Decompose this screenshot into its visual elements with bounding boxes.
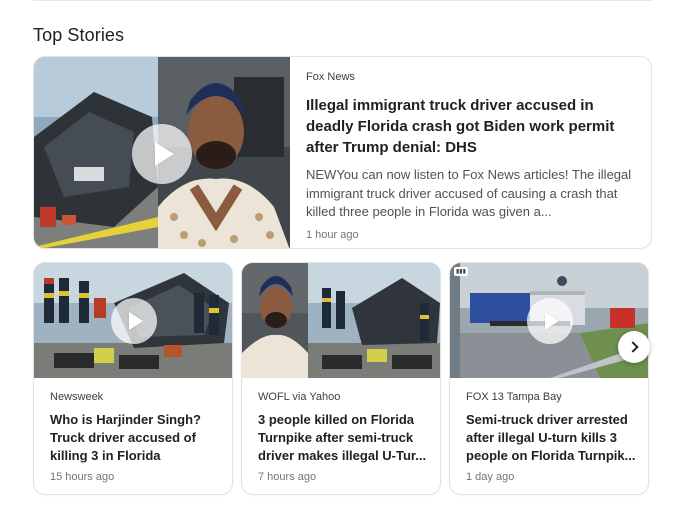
story-card-2[interactable]: WOFL via Yahoo 3 people killed on Florid… — [241, 262, 441, 495]
story-1-body: Newsweek Who is Harjinder Singh? Truck d… — [50, 391, 226, 483]
play-icon[interactable] — [527, 298, 573, 344]
story-2-source[interactable]: WOFL via Yahoo — [258, 391, 434, 403]
chevron-right-icon — [626, 341, 639, 353]
story-2-image — [242, 263, 440, 378]
section-title: Top Stories — [33, 25, 125, 45]
story-3-thumbnail[interactable]: ▮▮▮ — [450, 263, 648, 378]
main-story-time: 1 hour ago — [306, 228, 359, 241]
story-card-3[interactable]: ▮▮▮ FOX 13 Tampa Bay Semi-truck driver a… — [449, 262, 649, 495]
play-triangle — [545, 312, 559, 330]
story-1-headline[interactable]: Who is Harjinder Singh? Truck driver acc… — [50, 411, 226, 465]
play-icon[interactable] — [132, 124, 192, 184]
main-story-source[interactable]: Fox News — [306, 71, 638, 83]
main-story-thumbnail[interactable] — [34, 57, 290, 248]
story-1-source[interactable]: Newsweek — [50, 391, 226, 403]
carousel-next-button[interactable] — [618, 331, 650, 363]
story-1-time: 15 hours ago — [50, 471, 115, 483]
play-icon[interactable] — [111, 298, 157, 344]
main-story-snippet: NEWYou can now listen to Fox News articl… — [306, 167, 632, 219]
play-triangle — [154, 142, 174, 166]
story-2-headline[interactable]: 3 people killed on Florida Turnpike afte… — [258, 411, 434, 465]
story-2-body: WOFL via Yahoo 3 people killed on Florid… — [258, 391, 434, 483]
main-story-body: Fox News Illegal immigrant truck driver … — [306, 71, 638, 241]
story-1-thumbnail[interactable] — [34, 263, 232, 378]
story-2-thumbnail[interactable] — [242, 263, 440, 378]
play-triangle — [129, 312, 143, 330]
story-card-1[interactable]: Newsweek Who is Harjinder Singh? Truck d… — [33, 262, 233, 495]
story-2-time: 7 hours ago — [258, 471, 317, 483]
top-divider — [33, 0, 653, 1]
story-3-headline[interactable]: Semi-truck driver arrested after illegal… — [466, 411, 642, 465]
story-3-body: FOX 13 Tampa Bay Semi-truck driver arres… — [466, 391, 642, 483]
story-3-time: 1 day ago — [466, 471, 515, 483]
main-story-headline[interactable]: Illegal immigrant truck driver accused i… — [306, 95, 638, 158]
main-story-card[interactable]: Fox News Illegal immigrant truck driver … — [33, 56, 652, 249]
story-3-source[interactable]: FOX 13 Tampa Bay — [466, 391, 642, 403]
video-badge: ▮▮▮ — [454, 267, 468, 276]
